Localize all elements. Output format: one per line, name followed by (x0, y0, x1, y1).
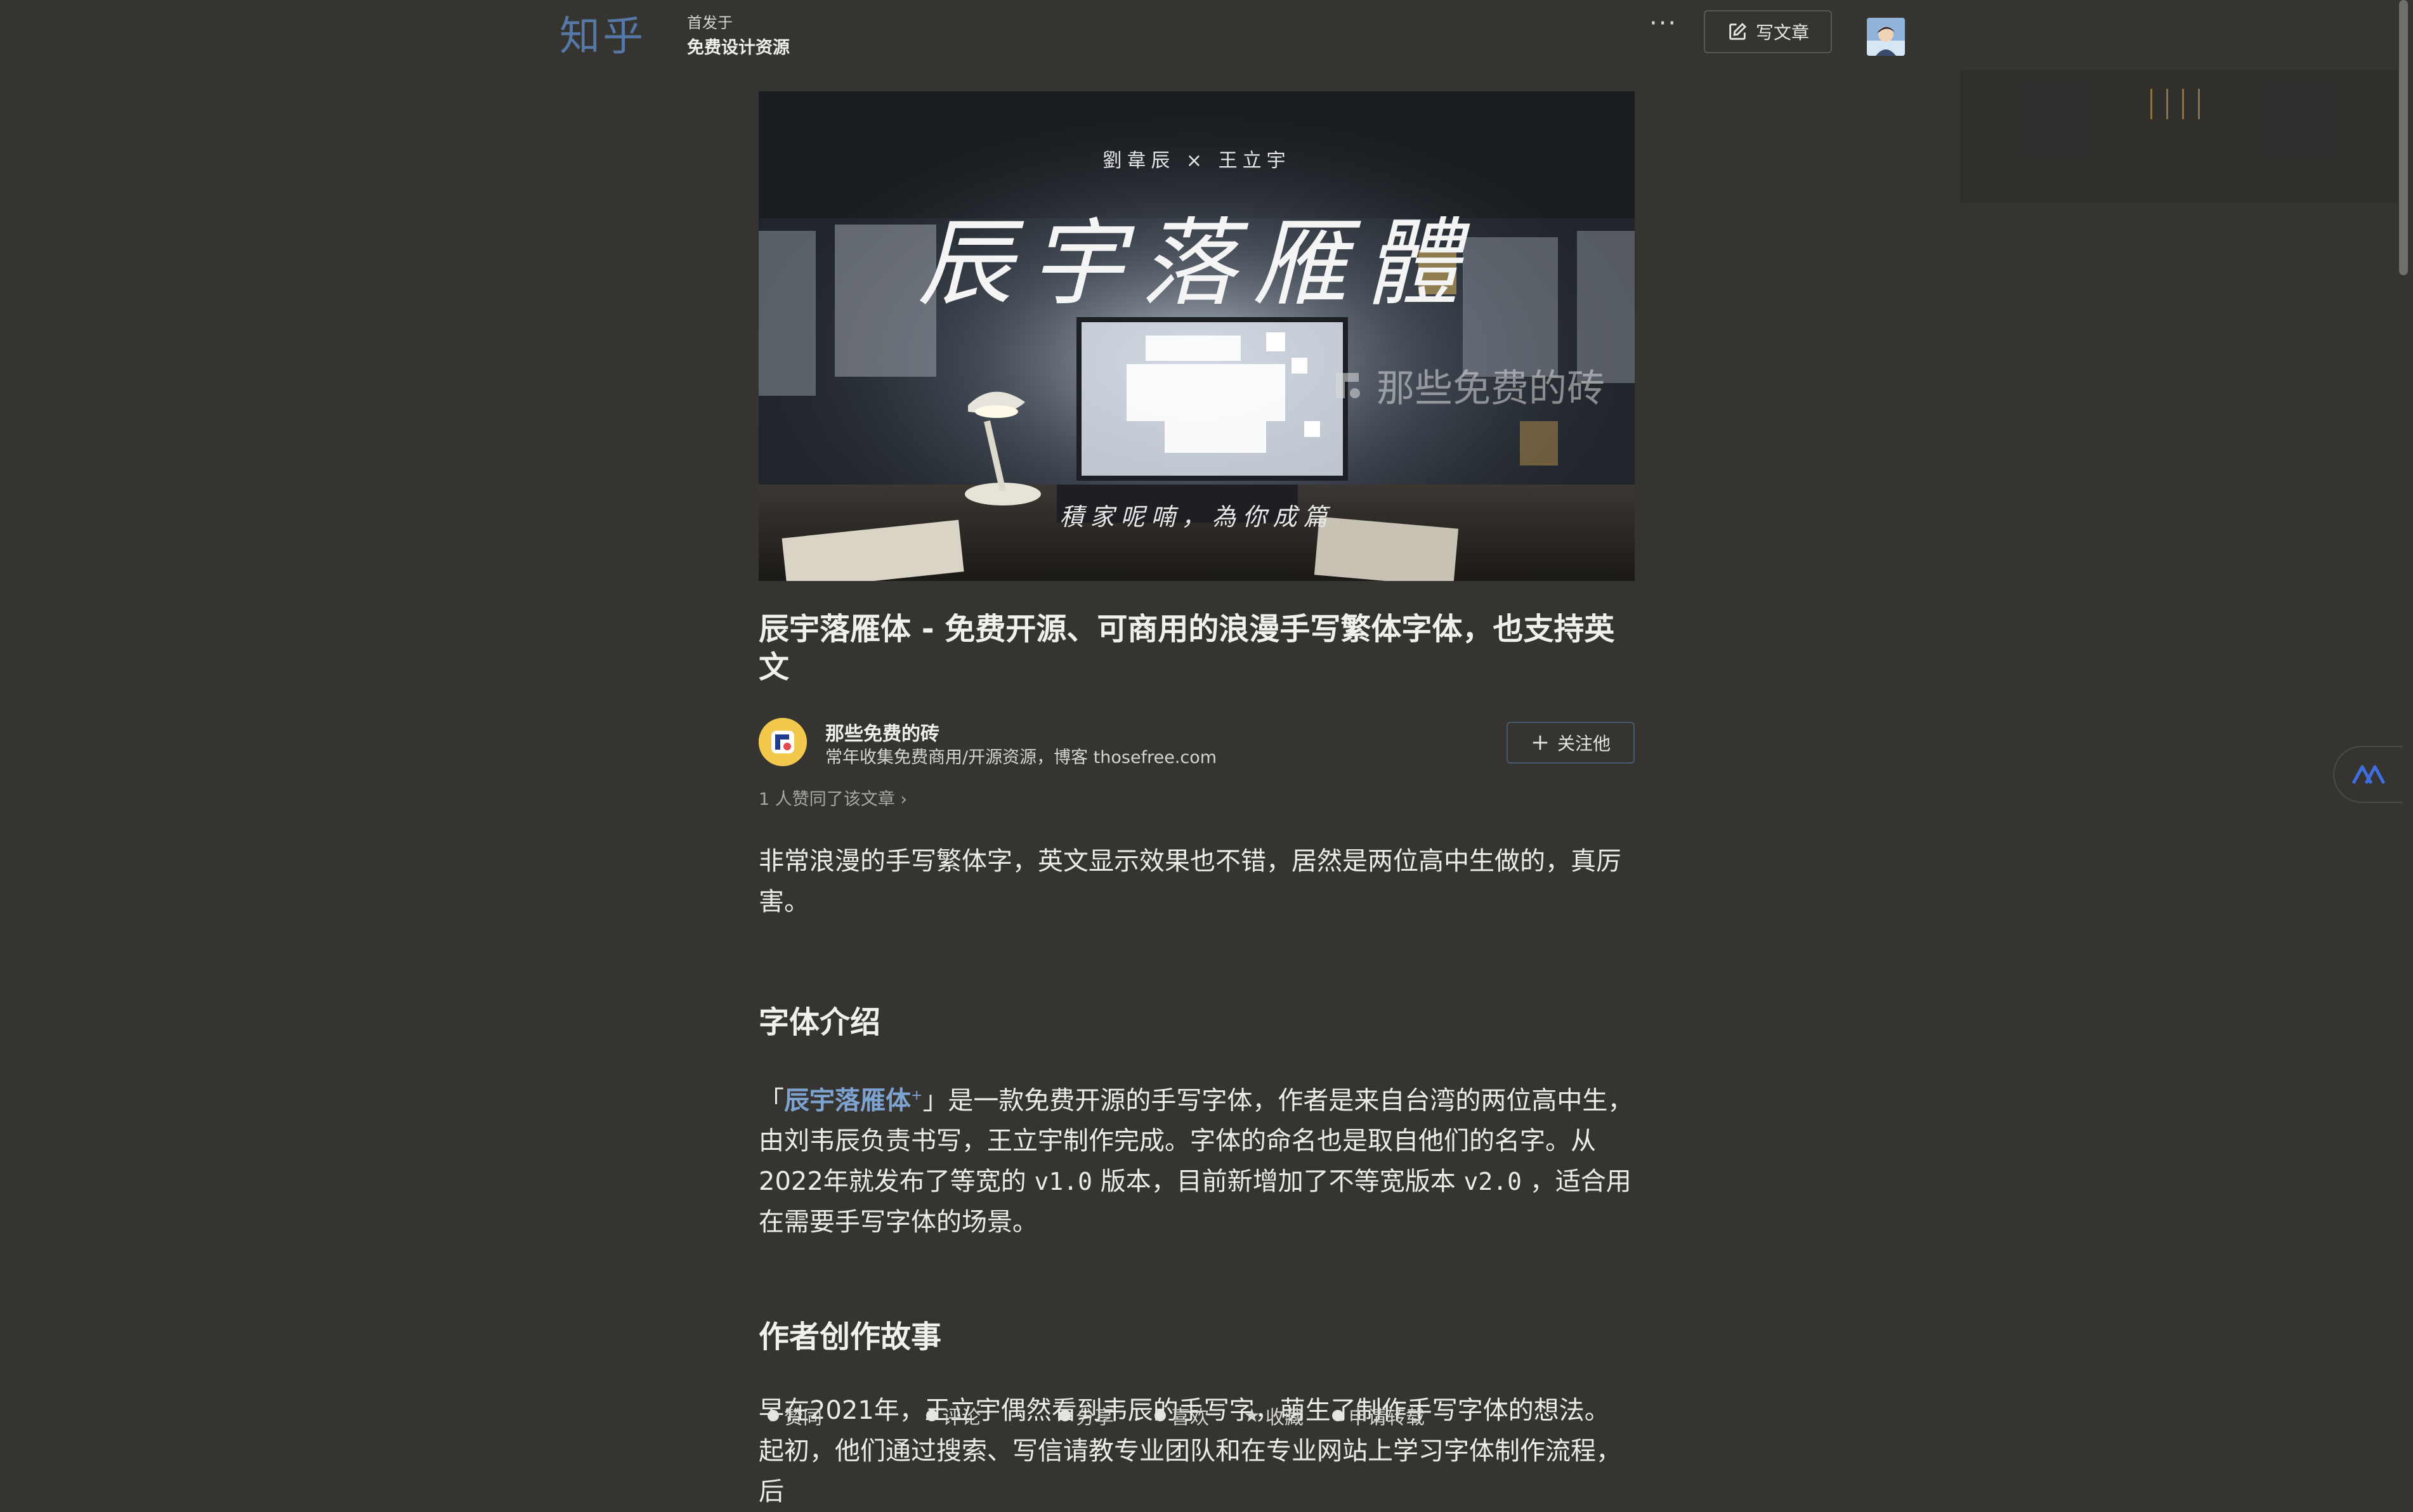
collect-action[interactable]: ★ 收藏 (1243, 1402, 1304, 1430)
repost-request-action[interactable]: 申请转载 (1332, 1402, 1425, 1430)
follow-label: 关注他 (1557, 733, 1611, 754)
share-action[interactable]: 分享 (1059, 1402, 1114, 1430)
star-icon: ★ (1243, 1404, 1260, 1427)
ai-assistant-button[interactable] (2333, 746, 2403, 803)
author-card: 那些免费的砖 常年收集免费商用/开源资源，博客 thosefree.com 关注… (759, 718, 1635, 769)
p1-open: 「 (759, 1086, 784, 1116)
bottom-action-bar: 赞同 评论 分享 喜欢 ★ 收藏 申请转载 (761, 1402, 1637, 1430)
scrollbar-thumb[interactable] (2399, 0, 2408, 275)
likes-count[interactable]: 1 人赞同了该文章 › (759, 785, 907, 810)
write-article-button[interactable]: 写文章 (1704, 10, 1832, 53)
follow-button[interactable]: 关注他 (1507, 722, 1635, 764)
top-header: 知乎 首发于 免费设计资源 ··· 写文章 (0, 0, 2413, 70)
edit-icon (1729, 22, 1747, 40)
hero-watermark-text: 那些免费的砖 (1377, 367, 1605, 411)
ai-logo-icon (2351, 765, 2386, 785)
like-action[interactable]: 喜欢 (1154, 1402, 1209, 1430)
article-title: 辰宇落雁体 - 免费开源、可商用的浪漫手写繁体字体，也支持英文 (759, 611, 1615, 685)
user-avatar[interactable] (1867, 18, 1905, 56)
decorative-lines (2150, 89, 2200, 119)
section-heading-story: 作者创作故事 (759, 1319, 942, 1355)
zhihu-logo[interactable]: 知乎 (559, 4, 646, 62)
intro-paragraph: 非常浪漫的手写繁体字，英文显示效果也不错，居然是两位高中生做的，真厉害。 (759, 847, 1621, 916)
column-link[interactable]: 免费设计资源 (687, 36, 790, 61)
write-article-label: 写文章 (1755, 22, 1809, 43)
hero-credit: 劉韋辰 × 王立宇 (1102, 150, 1291, 172)
version-code-1: v1.0 (1034, 1168, 1093, 1196)
hero-title: 辰宇落雁體 (917, 209, 1476, 319)
section-heading-intro: 字体介绍 (759, 1005, 881, 1040)
font-intro-paragraph: 「辰宇落雁体+」是一款免费开源的手写字体，作者是来自台湾的两位高中生，由刘韦辰负… (759, 1076, 1635, 1242)
author-bio: 常年收集免费商用/开源资源，博客 thosefree.com (825, 748, 1217, 767)
font-name-link[interactable]: 辰宇落雁体 (784, 1086, 911, 1115)
p1-text-b: 版本，目前新增加了不等宽版本 (1092, 1167, 1464, 1197)
published-label: 首发于 (687, 14, 733, 32)
author-name[interactable]: 那些免费的砖 (825, 718, 939, 746)
author-avatar[interactable] (759, 718, 807, 766)
comment-action[interactable]: 评论 (926, 1402, 981, 1430)
more-options-button[interactable]: ··· (1649, 11, 1677, 42)
plus-icon (1533, 735, 1548, 750)
version-code-2: v2.0 (1463, 1168, 1522, 1196)
brick-logo-icon (1336, 372, 1360, 398)
column-info: 首发于 免费设计资源 (687, 10, 790, 61)
hero-subtitle: 積家呢喃，為你成篇 (1059, 503, 1334, 531)
hero-watermark: 那些免费的砖 (1330, 358, 1605, 413)
link-sup: + (911, 1088, 923, 1104)
upvote-action[interactable]: 赞同 (768, 1402, 822, 1430)
hero-image: 劉韋辰 × 王立宇 辰宇落雁體 那些免费的砖 積家呢喃，為你成篇 (759, 91, 1635, 581)
